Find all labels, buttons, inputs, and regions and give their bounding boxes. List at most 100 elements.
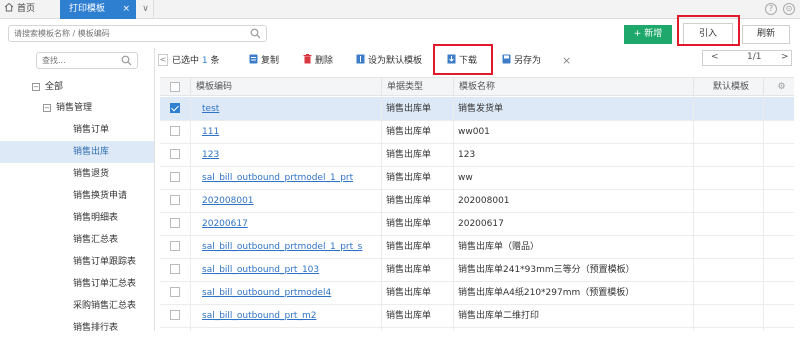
tab-home-label: 首页	[17, 4, 36, 14]
home-icon	[4, 2, 14, 12]
table-row[interactable]: 20200617 销售出库单 20200617	[160, 212, 794, 236]
download-button[interactable]: 下载	[447, 54, 477, 68]
doc-type-cell: 销售出库单	[386, 311, 432, 321]
row-checkbox[interactable]	[170, 195, 180, 205]
tree-item-sales-return[interactable]: 销售退货	[73, 163, 155, 185]
table-row[interactable]: sal_bill_outbound_prtmodel_1_prt_s 销售出库单 销…	[160, 235, 794, 259]
column-header-default[interactable]: 默认模板	[693, 78, 763, 95]
tree-item-sales-ranking[interactable]: 销售排行表	[73, 317, 155, 339]
template-name-cell: ww	[458, 173, 473, 183]
column-settings-icon[interactable]: ⚙	[763, 78, 794, 95]
column-header-code[interactable]: 模板编码	[190, 78, 380, 95]
doc-type-cell: 销售出库单	[386, 150, 432, 160]
template-code-link[interactable]: 111	[202, 127, 219, 137]
help-icon[interactable]: ?	[765, 3, 777, 15]
row-checkbox[interactable]	[170, 103, 180, 113]
row-checkbox[interactable]	[170, 172, 180, 182]
copy-button[interactable]: 复制	[249, 54, 279, 68]
row-checkbox[interactable]	[170, 218, 180, 228]
tree-item-all[interactable]: − 全部	[32, 76, 155, 98]
template-name-cell: 销售出库单（赠品）	[458, 242, 540, 252]
panel-splitter[interactable]	[154, 48, 155, 331]
trash-icon	[303, 54, 312, 64]
page-indicator: 1/1	[747, 52, 762, 62]
template-name-cell: 销售出库单241*93mm三等分（预置模板）	[458, 265, 635, 275]
tree-item-sales-management[interactable]: − 销售管理	[43, 97, 155, 119]
template-name-cell: 202008001	[458, 196, 510, 206]
template-name-cell: 销售出库单A4纸210*297mm（预置模板）	[458, 288, 635, 298]
row-checkbox[interactable]	[170, 264, 180, 274]
column-header-doc-type[interactable]: 单据类型	[381, 78, 453, 95]
tab-home[interactable]: 首页	[4, 0, 56, 19]
default-template-cell	[693, 120, 763, 143]
add-button[interactable]: + 新增	[624, 25, 672, 44]
column-divider	[381, 96, 382, 331]
settings-icon[interactable]: ⊙	[783, 3, 795, 15]
table-row[interactable]: 202008001 销售出库单 202008001	[160, 189, 794, 213]
tree-item-order-summary[interactable]: 销售订单汇总表	[73, 273, 155, 295]
pager: < 1/1 >	[702, 50, 792, 66]
select-all-checkbox[interactable]	[170, 82, 180, 92]
default-template-cell	[693, 258, 763, 281]
collapse-icon[interactable]: −	[32, 83, 40, 91]
table-row[interactable]: 111 销售出库单 ww001	[160, 120, 794, 144]
tree-item-exchange-request[interactable]: 销售换货申请	[73, 185, 155, 207]
tree-search-input[interactable]	[37, 53, 117, 68]
column-header-name[interactable]: 模板名称	[453, 78, 693, 95]
search-icon[interactable]	[250, 28, 261, 39]
row-checkbox[interactable]	[170, 149, 180, 159]
row-checkbox[interactable]	[170, 126, 180, 136]
prev-page-button[interactable]: <	[711, 52, 719, 62]
delete-button[interactable]: 删除	[303, 54, 333, 68]
default-template-cell	[693, 189, 763, 212]
row-checkbox[interactable]	[170, 310, 180, 320]
tree-item-order-tracking[interactable]: 销售订单跟踪表	[73, 251, 155, 273]
tree-item-sales-outbound[interactable]: 销售出库	[0, 141, 155, 163]
chevron-down-icon[interactable]: ∨	[138, 0, 154, 19]
template-code-link[interactable]: 202008001	[202, 196, 254, 206]
template-code-link[interactable]: sal_bill_outbound_prt_m2	[202, 311, 316, 321]
table-row[interactable]: sal_bill_outbound_prtmodel_1_prt 销售出库单 ww	[160, 166, 794, 190]
close-icon[interactable]: ×	[122, 0, 130, 19]
tree-item-sales-detail[interactable]: 销售明细表	[73, 207, 155, 229]
template-name-cell: ww001	[458, 127, 490, 137]
set-default-button[interactable]: 设为默认模板	[356, 54, 422, 68]
template-code-link[interactable]: sal_bill_outbound_prt_103	[202, 265, 319, 275]
import-button[interactable]: 引入	[683, 23, 733, 46]
default-template-cell	[693, 304, 763, 327]
table-row[interactable]: sal_bill_outbound_prtmodel4 销售出库单 销售出库单A4纸…	[160, 281, 794, 305]
default-template-cell	[693, 97, 763, 120]
template-code-link[interactable]: sal_bill_outbound_prtmodel_1_prt_s	[202, 242, 362, 252]
collapse-panel-icon[interactable]: <	[158, 54, 168, 66]
collapse-icon[interactable]: −	[43, 104, 51, 112]
table-row[interactable]: sal_bill_outbound_prt_m2 销售出库单 销售出库单二维打印	[160, 304, 794, 328]
template-code-link[interactable]: 123	[202, 150, 219, 160]
tree-item-sales-order[interactable]: 销售订单	[73, 119, 155, 141]
template-code-link[interactable]: test	[202, 104, 219, 114]
tree-item-sales-summary[interactable]: 销售汇总表	[73, 229, 155, 251]
row-checkbox[interactable]	[170, 287, 180, 297]
tree-item-purchase-sales-summary[interactable]: 采购销售汇总表	[73, 295, 155, 317]
table-row[interactable]: test 销售出库单 销售发货单	[160, 97, 794, 121]
template-code-link[interactable]: sal_bill_outbound_prtmodel_1_prt	[202, 173, 353, 183]
refresh-button[interactable]: 刷新	[742, 25, 790, 44]
download-icon	[447, 54, 456, 64]
template-search	[8, 25, 267, 42]
doc-type-cell: 销售出库单	[386, 288, 432, 298]
table-row[interactable]: 123 销售出库单 123	[160, 143, 794, 167]
template-name-cell: 20200617	[458, 219, 504, 229]
save-as-button[interactable]: 另存为	[502, 54, 541, 68]
template-code-link[interactable]: sal_bill_outbound_prtmodel4	[202, 288, 331, 298]
doc-type-cell: 销售出库单	[386, 173, 432, 183]
next-page-button[interactable]: >	[781, 52, 789, 62]
column-divider	[693, 96, 694, 331]
row-checkbox[interactable]	[170, 241, 180, 251]
column-divider	[763, 96, 764, 331]
column-divider	[453, 96, 454, 331]
clear-selection-icon[interactable]: ×	[562, 54, 571, 68]
table-row[interactable]: sal_bill_outbound_prt_103 销售出库单 销售出库单241*9…	[160, 258, 794, 282]
search-input[interactable]	[9, 26, 229, 41]
tab-print-template[interactable]: 打印模板 ×	[60, 0, 136, 19]
search-icon[interactable]	[121, 55, 132, 66]
template-code-link[interactable]: 20200617	[202, 219, 248, 229]
